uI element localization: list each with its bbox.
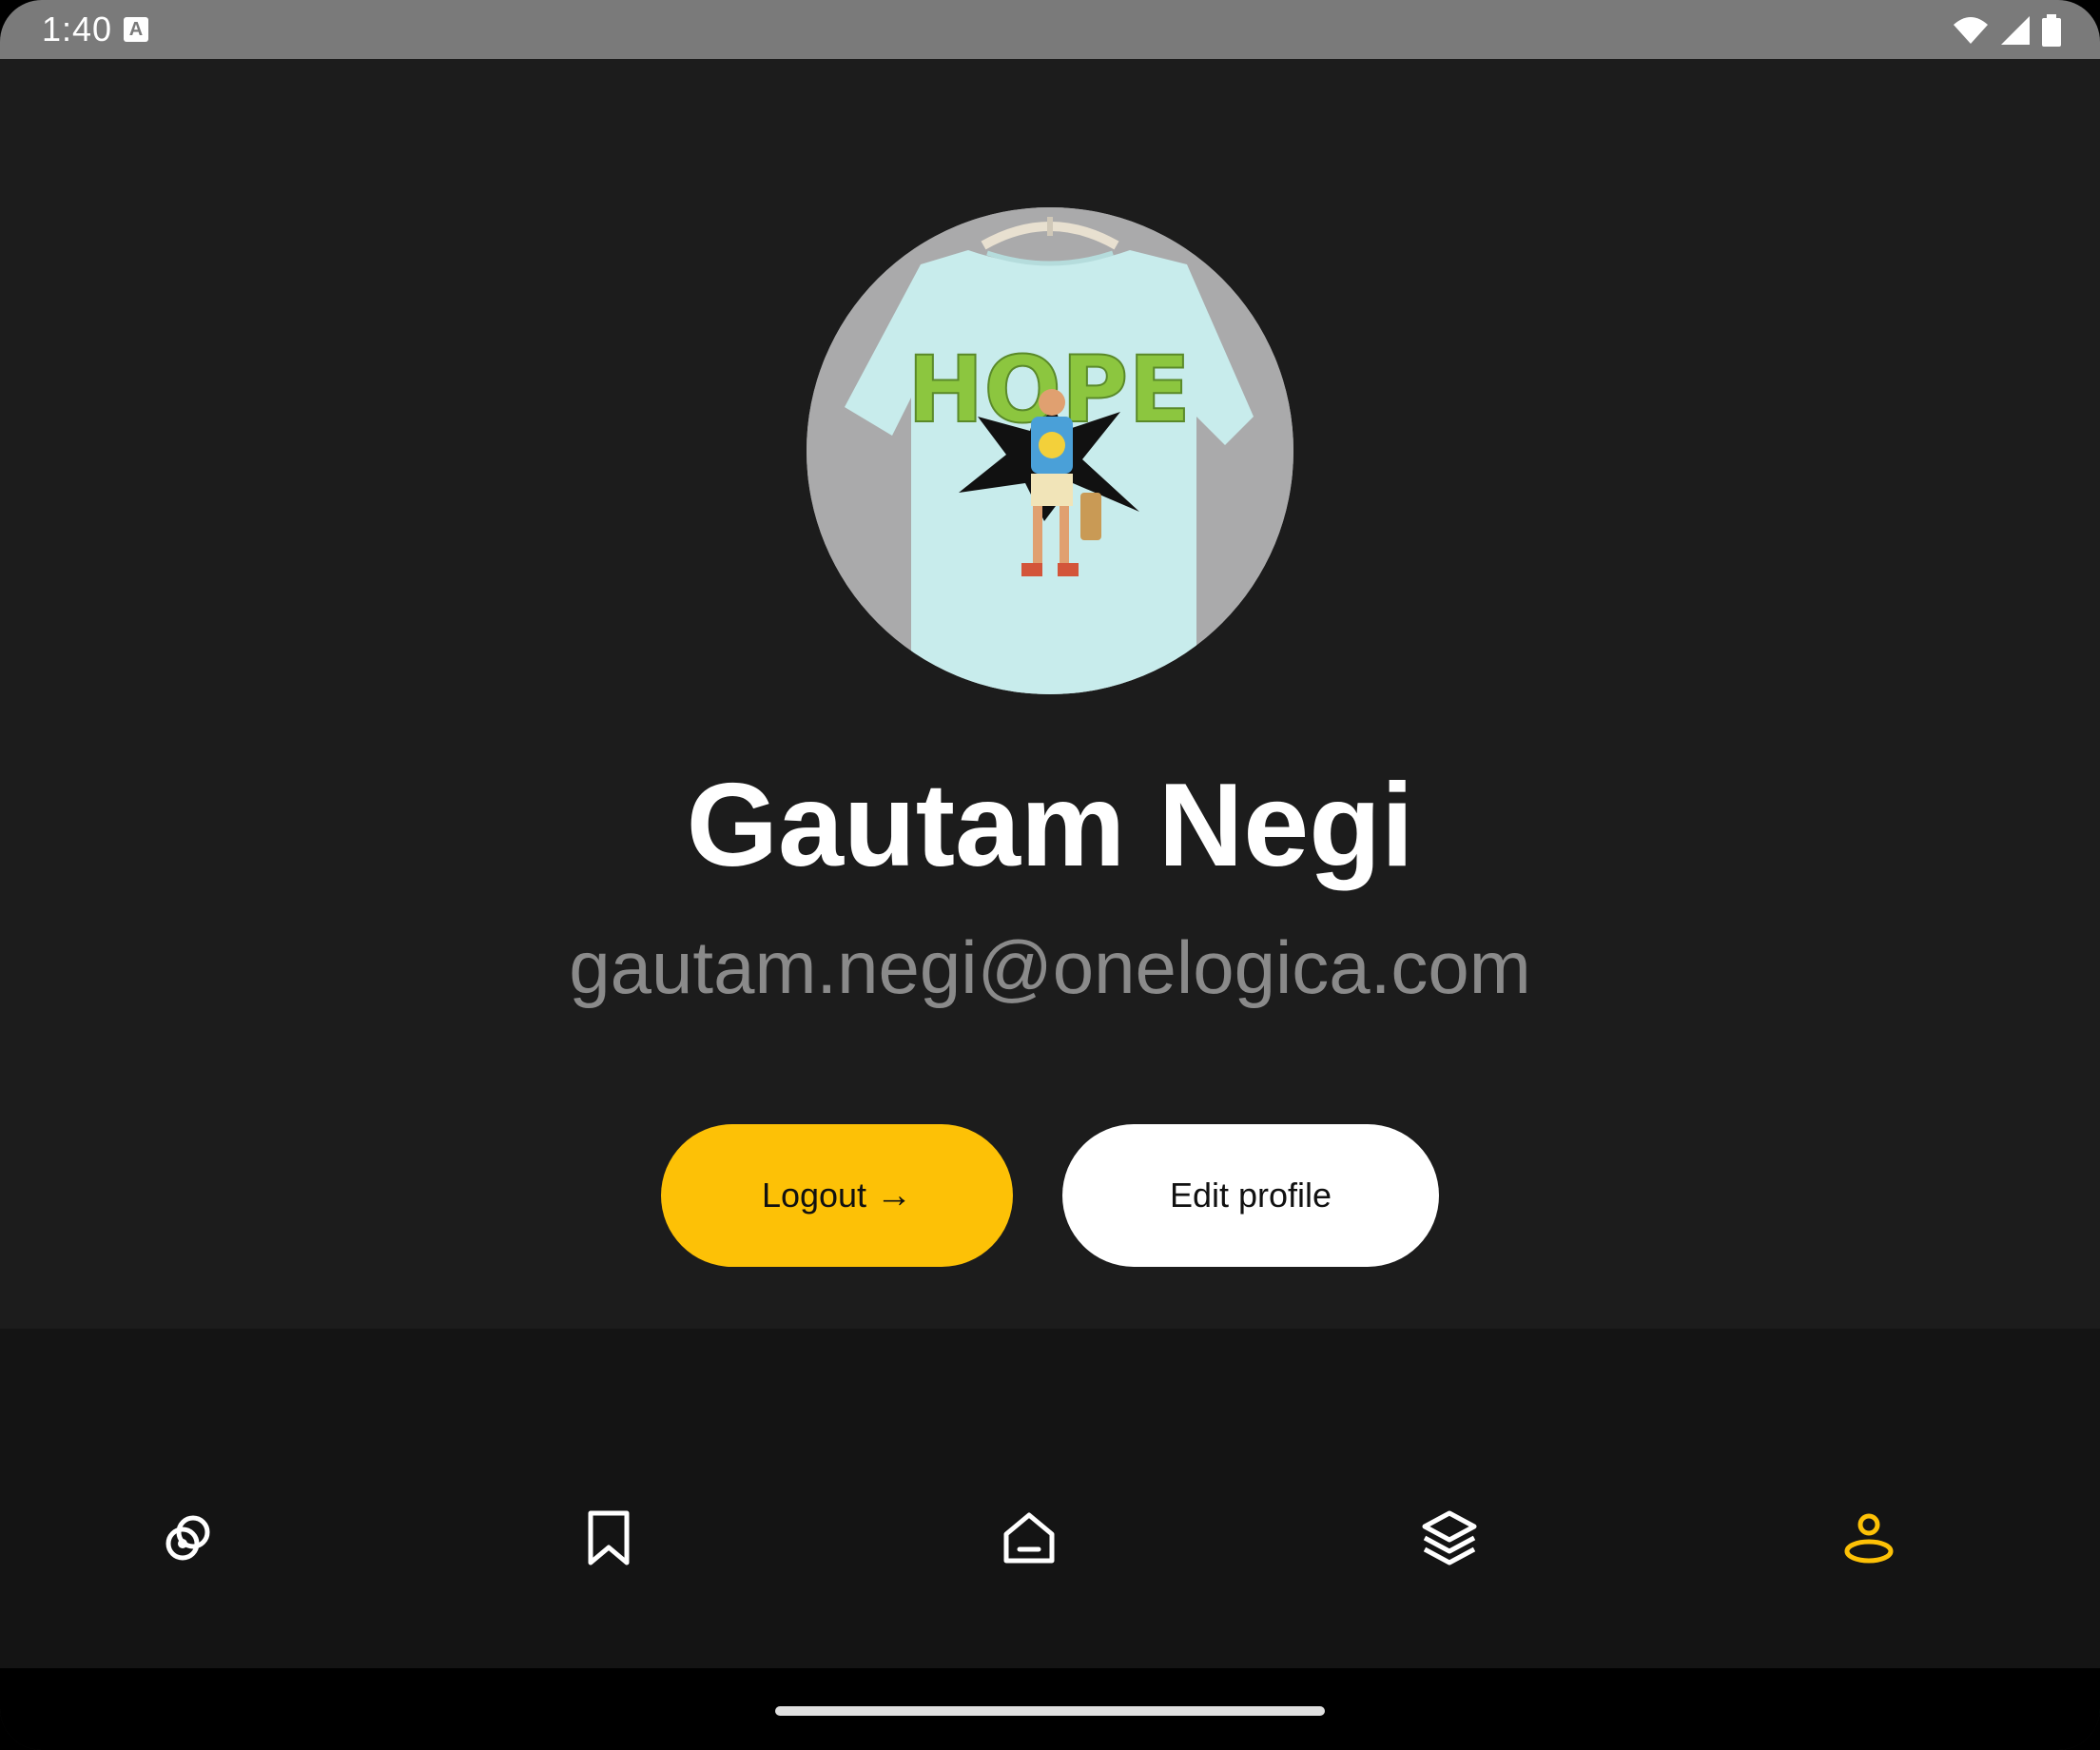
nav-item-profile[interactable]: [1831, 1500, 1907, 1576]
avatar: HOPE: [807, 207, 1293, 694]
nav-item-home[interactable]: [991, 1500, 1067, 1576]
status-time: 1:40: [42, 10, 113, 49]
nav-item-collections[interactable]: [1411, 1500, 1488, 1576]
logout-button-label: Logout: [761, 1176, 867, 1215]
gesture-navigation-bar: [0, 1668, 2100, 1750]
cell-signal-icon: [2001, 16, 2030, 45]
battery-icon: [2042, 14, 2061, 47]
profile-icon: [1844, 1513, 1894, 1564]
layers-icon: [1422, 1510, 1477, 1565]
status-bar: 1:40 A: [0, 0, 2100, 59]
arrow-right-icon: →: [876, 1175, 913, 1215]
nav-item-discover[interactable]: [150, 1500, 226, 1576]
edit-profile-button-label: Edit profile: [1169, 1176, 1332, 1215]
bottom-navigation: [0, 1329, 2100, 1668]
avatar-image: HOPE: [807, 207, 1293, 694]
home-icon: [1003, 1512, 1055, 1564]
nav-item-bookmarks[interactable]: [571, 1500, 647, 1576]
profile-name: Gautam Negi: [686, 760, 1414, 891]
device-screen: 1:40 A Gautam Negi gautam.negi@onelogica…: [0, 0, 2100, 1750]
discover-icon: [165, 1515, 210, 1561]
logout-button[interactable]: Logout →: [661, 1124, 1013, 1267]
a-notification-icon: A: [124, 17, 148, 42]
status-icons: [1952, 13, 2062, 48]
bookmark-icon: [588, 1510, 630, 1565]
edit-profile-button[interactable]: Edit profile: [1062, 1124, 1439, 1267]
home-gesture-handle[interactable]: [775, 1706, 1325, 1716]
wifi-icon: [1954, 17, 1988, 44]
profile-screen: HOPE Gautam Negi gautam.negi@onelogica.c…: [0, 59, 2100, 1329]
profile-email: gautam.negi@onelogica.com: [569, 925, 1531, 1009]
